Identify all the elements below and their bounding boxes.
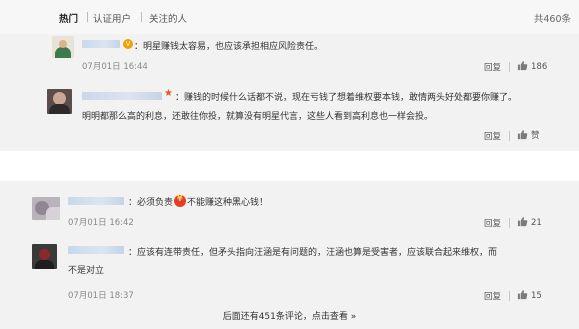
reply-button[interactable]: 回复: [484, 130, 501, 142]
action-divider: [509, 62, 510, 72]
like-count: 186: [531, 62, 548, 72]
action-divider: [509, 291, 510, 301]
like-count: 15: [531, 291, 542, 301]
thumbs-up-icon: [517, 290, 528, 300]
username-redacted[interactable]: [82, 92, 162, 100]
avatar[interactable]: [32, 197, 60, 220]
double-chevron-right-icon: »: [350, 312, 357, 322]
thumbs-up-icon: [517, 61, 528, 71]
comment-text: ：应该有连带责任，但矛头指向汪涵是有问题的，汪涵也算是受害者，应该联合起来维权，…: [128, 248, 498, 258]
comment-text-continued: 不是对立: [68, 266, 105, 276]
username-redacted[interactable]: [82, 40, 120, 48]
comment-text: ：赚钱的时候什么话都不说，现在亏钱了想着维权要本钱，敢情两头好处都要你赚了。: [175, 93, 518, 103]
comment-text-continued: 明明都那么高的利息，还敢往你投，就算没有明星代言，这些人看到高利息也一样会投。: [82, 112, 434, 122]
like-label: 赞: [531, 131, 540, 141]
tab-verified-users[interactable]: 认证用户: [93, 11, 131, 25]
comment-time: 07月01日 16:42: [68, 218, 134, 228]
comment-time: 07月01日 18:37: [68, 291, 134, 301]
tab-divider: [87, 12, 88, 22]
panel-gap: [0, 151, 579, 181]
comment-text: ：必须负责 不能赚这种黑心钱！: [128, 194, 269, 208]
tab-hot[interactable]: 热门: [59, 11, 78, 25]
avatar-figure: [55, 47, 71, 58]
comment-filter-tabs: 热门 认证用户 关注的人 共460条: [0, 0, 579, 34]
like-button[interactable]: 21: [517, 216, 542, 228]
avatar[interactable]: [32, 244, 57, 269]
avatar-face: [59, 40, 67, 48]
reply-button[interactable]: 回复: [484, 61, 501, 73]
verified-v-icon: V: [123, 39, 133, 49]
total-comment-count: 共460条: [533, 14, 571, 25]
avatar-face: [39, 249, 50, 260]
comment-text-part: ：必须负责: [128, 198, 174, 208]
comment-time: 07月01日 16:44: [82, 62, 148, 72]
like-button[interactable]: 186: [517, 60, 547, 72]
avatar-figure: [49, 104, 70, 114]
like-count: 21: [531, 218, 542, 228]
avatar-figure: [46, 207, 60, 220]
money-emoji-icon: [174, 194, 187, 207]
comment-text: ：明星赚钱太容易，也应该承担相应风险责任。: [134, 42, 324, 52]
action-divider: [509, 131, 510, 141]
like-button[interactable]: 赞: [517, 129, 540, 141]
reply-button[interactable]: 回复: [484, 217, 501, 229]
avatar[interactable]: [47, 89, 72, 114]
like-button[interactable]: 15: [517, 289, 542, 301]
username-redacted[interactable]: [68, 246, 124, 254]
thumbs-up-icon: [517, 217, 528, 227]
avatar[interactable]: [52, 36, 74, 58]
comment-text-part: 不能赚这种黑心钱！: [187, 198, 269, 208]
reply-button[interactable]: 回复: [484, 290, 501, 302]
tab-divider: [141, 12, 142, 22]
username-redacted[interactable]: [68, 197, 124, 205]
load-more-comments-link[interactable]: 后面还有451条评论，点击查看 »: [0, 309, 579, 322]
action-divider: [509, 218, 510, 228]
member-star-icon: ★: [164, 88, 173, 99]
thumbs-up-icon: [517, 130, 528, 140]
avatar-figure: [35, 260, 54, 269]
load-more-label: 后面还有451条评论，点击查看: [222, 312, 348, 322]
tab-following[interactable]: 关注的人: [149, 11, 187, 25]
